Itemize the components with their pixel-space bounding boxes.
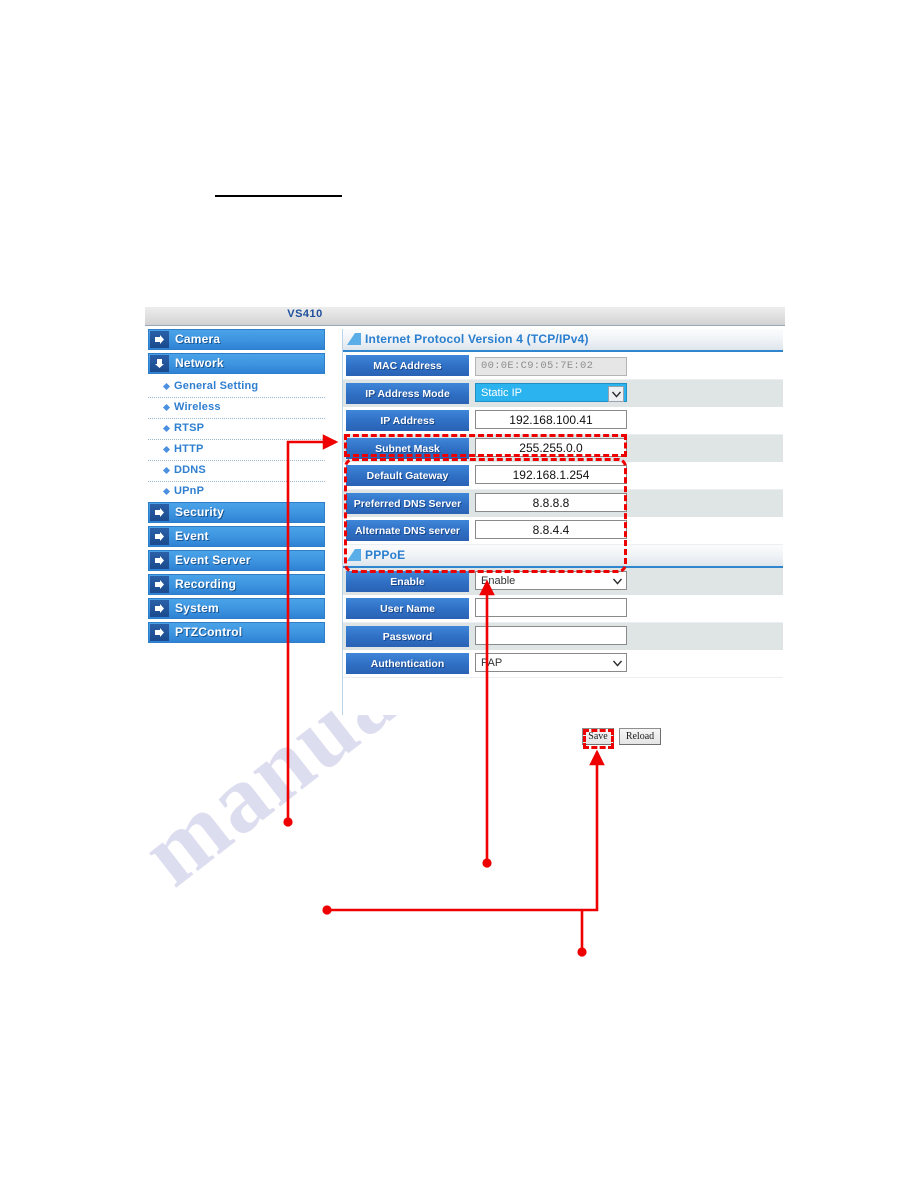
ip-address-input[interactable] [475, 410, 627, 429]
chevron-down-icon[interactable] [610, 574, 624, 588]
sidebar-subitem-label: General Setting [174, 380, 259, 392]
bullet-icon [162, 403, 171, 412]
arrow-right-icon [150, 331, 169, 348]
sidebar-item-label: System [175, 601, 219, 615]
row-ip-address-mode: IP Address Mode Static IP [343, 380, 783, 407]
sidebar-subitem-label: Wireless [174, 401, 221, 413]
sidebar-item-general-setting[interactable]: General Setting [148, 377, 325, 398]
arrow-right-icon [150, 576, 169, 593]
mac-address-input [475, 356, 627, 376]
sidebar-item-label: Event [175, 529, 209, 543]
pppoe-username-field-wrap [475, 598, 627, 617]
arrow-right-icon [150, 528, 169, 545]
ip-address-mode-select[interactable]: Static IP [475, 383, 627, 402]
sidebar-item-http[interactable]: HTTP [148, 440, 325, 461]
arrow-right-icon [150, 600, 169, 617]
bullet-icon [162, 466, 171, 475]
sidebar-item-ddns[interactable]: DDNS [148, 461, 325, 482]
reload-button[interactable]: Reload [619, 728, 661, 745]
page-rule [215, 195, 342, 197]
annotation-highlight-save [583, 729, 614, 749]
sidebar-subitem-label: UPnP [174, 485, 205, 497]
row-pppoe-password: Password [343, 623, 783, 650]
ip-address-mode-label: IP Address Mode [346, 383, 469, 404]
pppoe-password-label: Password [346, 626, 469, 647]
form-buttons: Save Reload [342, 728, 782, 752]
arrow-right-icon [150, 504, 169, 521]
ip-address-field-wrap [475, 410, 627, 429]
row-mac-address: MAC Address [343, 352, 783, 380]
pppoe-authentication-select[interactable]: PAP [475, 653, 627, 672]
mac-address-field-wrap [475, 355, 627, 376]
pppoe-enable-label: Enable [346, 571, 469, 592]
sidebar-item-upnp[interactable]: UPnP [148, 482, 325, 502]
pppoe-username-input[interactable] [475, 598, 627, 617]
sidebar-item-wireless[interactable]: Wireless [148, 398, 325, 419]
sidebar-subitem-label: HTTP [174, 443, 204, 455]
sidebar-item-label: Camera [175, 332, 221, 346]
sidebar-item-label: PTZControl [175, 625, 243, 639]
mac-address-label: MAC Address [346, 355, 469, 376]
ip-address-label: IP Address [346, 410, 469, 431]
pppoe-authentication-label: Authentication [346, 653, 469, 674]
ipv4-section-header: Internet Protocol Version 4 (TCP/IPv4) [343, 329, 783, 352]
ip-address-mode-field-wrap: Static IP [475, 383, 627, 402]
row-ip-address: IP Address [343, 407, 783, 435]
sidebar-item-label: Security [175, 505, 224, 519]
ip-address-mode-value: Static IP [481, 387, 522, 399]
row-pppoe-authentication: Authentication PAP [343, 650, 783, 678]
sidebar-item-system[interactable]: System [148, 598, 325, 619]
chevron-down-icon[interactable] [610, 656, 624, 670]
pppoe-enable-value: Enable [481, 575, 516, 587]
bullet-icon [162, 424, 171, 433]
pppoe-password-input[interactable] [475, 626, 627, 645]
sidebar-item-security[interactable]: Security [148, 502, 325, 523]
pppoe-rows: Enable Enable User Name Password Authent… [343, 568, 783, 678]
annotation-highlight-network-group [344, 458, 627, 573]
pppoe-authentication-value: PAP [481, 657, 503, 669]
annotation-highlight-ip-address [344, 434, 627, 457]
window-title: VS410 [287, 308, 323, 320]
row-pppoe-username: User Name [343, 595, 783, 623]
sidebar: Camera Network General Setting Wireless … [148, 329, 325, 646]
arrow-right-icon [150, 552, 169, 569]
sidebar-item-event[interactable]: Event [148, 526, 325, 547]
chevron-down-icon[interactable] [608, 386, 624, 402]
arrow-down-icon [150, 355, 169, 372]
bullet-icon [162, 487, 171, 496]
pppoe-enable-select[interactable]: Enable [475, 571, 627, 590]
section-tab-icon [346, 332, 362, 351]
sidebar-item-rtsp[interactable]: RTSP [148, 419, 325, 440]
sidebar-item-network[interactable]: Network [148, 353, 325, 374]
bullet-icon [162, 382, 171, 391]
sidebar-item-ptzcontrol[interactable]: PTZControl [148, 622, 325, 643]
pppoe-username-label: User Name [346, 598, 469, 619]
pppoe-password-field-wrap [475, 626, 627, 645]
sidebar-subitems-network: General Setting Wireless RTSP HTTP DDNS … [148, 377, 325, 502]
pppoe-authentication-field-wrap: PAP [475, 653, 627, 672]
ipv4-section-title: Internet Protocol Version 4 (TCP/IPv4) [365, 332, 589, 346]
bullet-icon [162, 445, 171, 454]
sidebar-subitem-label: RTSP [174, 422, 205, 434]
sidebar-item-recording[interactable]: Recording [148, 574, 325, 595]
sidebar-item-camera[interactable]: Camera [148, 329, 325, 350]
sidebar-item-label: Recording [175, 577, 237, 591]
sidebar-item-label: Network [175, 356, 224, 370]
arrow-right-icon [150, 624, 169, 641]
sidebar-item-label: Event Server [175, 553, 251, 567]
sidebar-subitem-label: DDNS [174, 464, 206, 476]
window-titlebar: VS410 [145, 307, 785, 326]
sidebar-item-event-server[interactable]: Event Server [148, 550, 325, 571]
pppoe-enable-field-wrap: Enable [475, 571, 627, 590]
